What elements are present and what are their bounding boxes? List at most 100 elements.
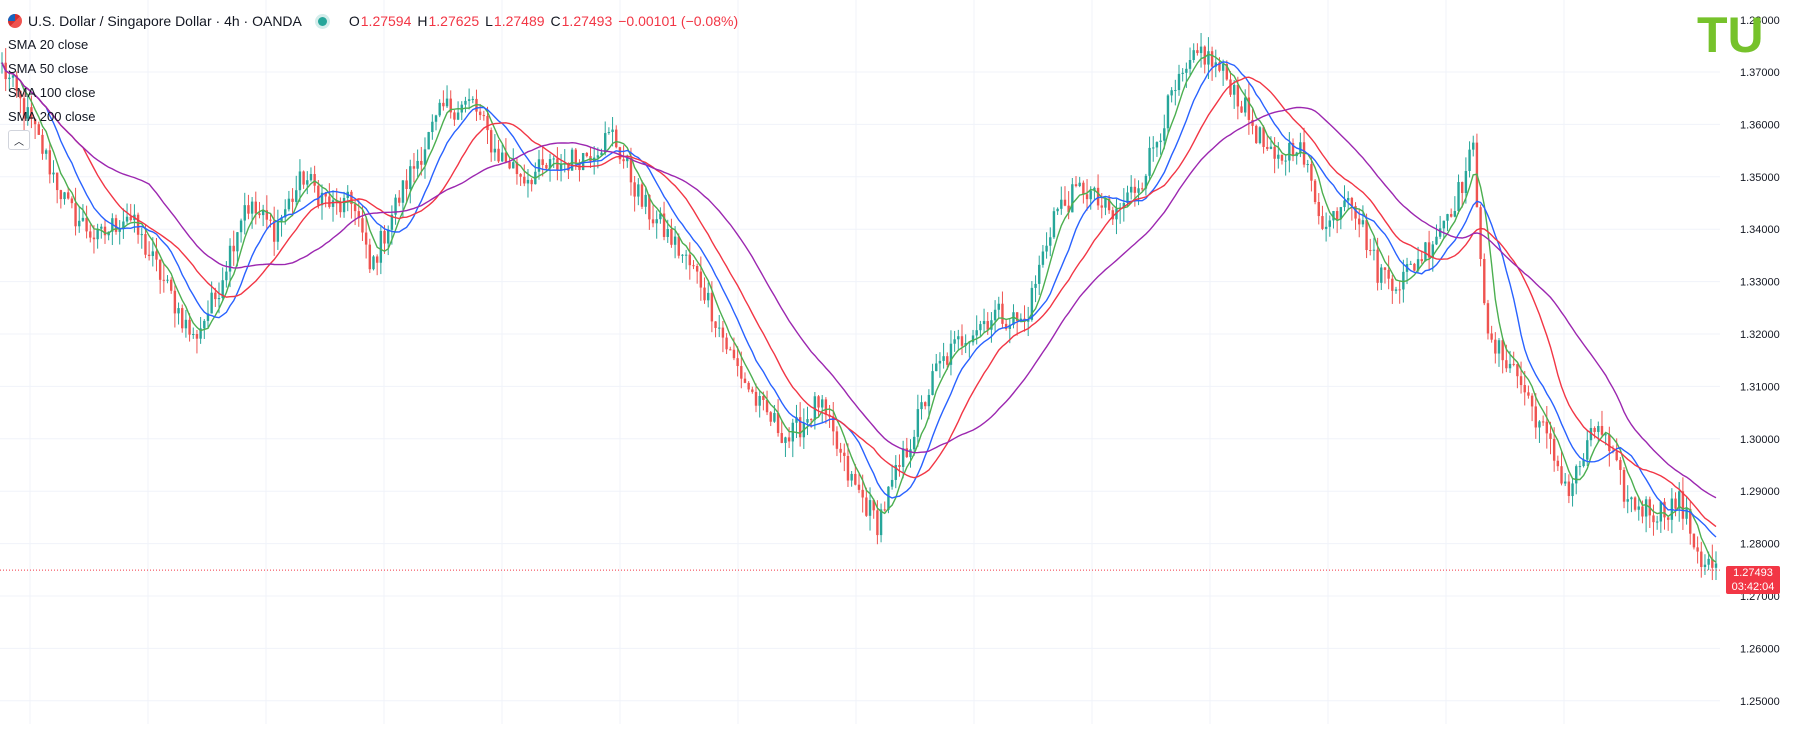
candle — [541, 146, 544, 177]
candle — [1354, 202, 1357, 230]
candle — [1133, 178, 1137, 207]
candle-body — [673, 236, 677, 245]
candle — [1104, 197, 1107, 216]
candle — [243, 192, 246, 235]
candle-body — [957, 336, 960, 340]
candle-body — [353, 204, 357, 212]
candle — [743, 372, 747, 384]
price-tick-label: 1.36000 — [1740, 119, 1780, 131]
candle-body — [1600, 425, 1604, 435]
candle — [192, 327, 195, 339]
candle — [1626, 485, 1629, 514]
candle — [70, 196, 74, 209]
candle — [942, 342, 945, 369]
candle — [640, 180, 644, 210]
candle — [1280, 154, 1284, 165]
candle — [813, 391, 817, 430]
candle — [1633, 496, 1637, 512]
candle-body — [835, 431, 839, 449]
candle-body — [740, 366, 743, 379]
candle-body — [309, 174, 313, 181]
candle-body — [287, 198, 291, 210]
candle-body — [1096, 187, 1100, 206]
candle-body — [342, 197, 346, 213]
candle-body — [147, 254, 151, 257]
candle-body — [552, 158, 555, 160]
candle — [320, 184, 324, 220]
candle-body — [1442, 220, 1446, 229]
candle — [331, 190, 335, 222]
candle-body — [55, 172, 59, 191]
candle-body — [1376, 249, 1379, 283]
candle-body — [129, 216, 132, 221]
candle-body — [1166, 95, 1170, 129]
candle-body — [1567, 481, 1571, 497]
candle — [769, 411, 772, 427]
candle — [806, 406, 809, 436]
candle-body — [1229, 79, 1232, 95]
candle-body — [1361, 220, 1365, 225]
candle — [1600, 410, 1604, 438]
candle-body — [1420, 259, 1423, 262]
candle-body — [1133, 186, 1137, 193]
candle — [1468, 141, 1471, 178]
candle-body — [1468, 149, 1471, 171]
candle-body — [151, 251, 155, 257]
candle-body — [1424, 242, 1427, 262]
indicator-sma-20[interactable]: SMA 20 close — [8, 32, 738, 56]
candle-body — [1703, 564, 1707, 568]
candle — [721, 320, 725, 353]
candle-body — [181, 308, 184, 329]
candle — [1093, 186, 1096, 200]
candle — [1196, 43, 1199, 56]
price-tick-label: 1.29000 — [1740, 486, 1780, 498]
candle-body — [721, 327, 725, 338]
candle-body — [879, 509, 883, 536]
candle — [1155, 141, 1159, 157]
candle-body — [1494, 339, 1497, 354]
candle-body — [1490, 333, 1493, 340]
candle — [52, 160, 55, 183]
candle — [342, 191, 346, 218]
candle-body — [633, 182, 636, 197]
candle-body — [298, 171, 302, 191]
indicator-sma-100[interactable]: SMA 100 close — [8, 80, 738, 104]
candle — [1166, 94, 1170, 135]
candle-body — [743, 378, 747, 383]
candle-body — [269, 219, 272, 221]
candle-body — [405, 180, 408, 189]
candle-body — [114, 218, 118, 232]
candle-body — [1575, 466, 1578, 484]
candle-body — [1619, 460, 1622, 470]
candle — [1177, 64, 1181, 96]
candle-body — [1527, 392, 1530, 396]
candle-body — [946, 356, 949, 365]
candle-body — [1402, 271, 1405, 290]
price-tick-label: 1.35000 — [1740, 172, 1780, 184]
candle-body — [1394, 289, 1398, 291]
candle — [821, 394, 824, 423]
candle-body — [78, 220, 81, 227]
collapse-legend-button[interactable]: ︿ — [8, 130, 30, 150]
candle-body — [1100, 205, 1103, 208]
candle-body — [136, 214, 140, 235]
candle-body — [725, 337, 728, 350]
candle — [195, 329, 199, 354]
symbol-title[interactable]: U.S. Dollar / Singapore Dollar · 4h · OA… — [28, 13, 302, 29]
candle-body — [1464, 170, 1468, 193]
candle — [699, 256, 703, 301]
candle-body — [1343, 200, 1346, 208]
indicator-sma-200[interactable]: SMA 200 close — [8, 104, 738, 128]
candle-body — [331, 200, 335, 207]
price-tick-label: 1.37000 — [1740, 67, 1780, 79]
candle — [1391, 274, 1394, 304]
candle — [1494, 332, 1497, 364]
indicator-sma-50[interactable]: SMA 50 close — [8, 56, 738, 80]
candle-body — [1622, 469, 1626, 502]
candle — [328, 183, 331, 209]
candle-body — [574, 149, 577, 163]
price-axis[interactable]: 1.28000 1.37000 1.36000 1.35000 1.34000 1.330… — [1740, 15, 1780, 708]
candle-body — [247, 205, 250, 214]
ohlc-close: C1.27493 — [550, 13, 613, 29]
candle-body — [846, 455, 850, 481]
